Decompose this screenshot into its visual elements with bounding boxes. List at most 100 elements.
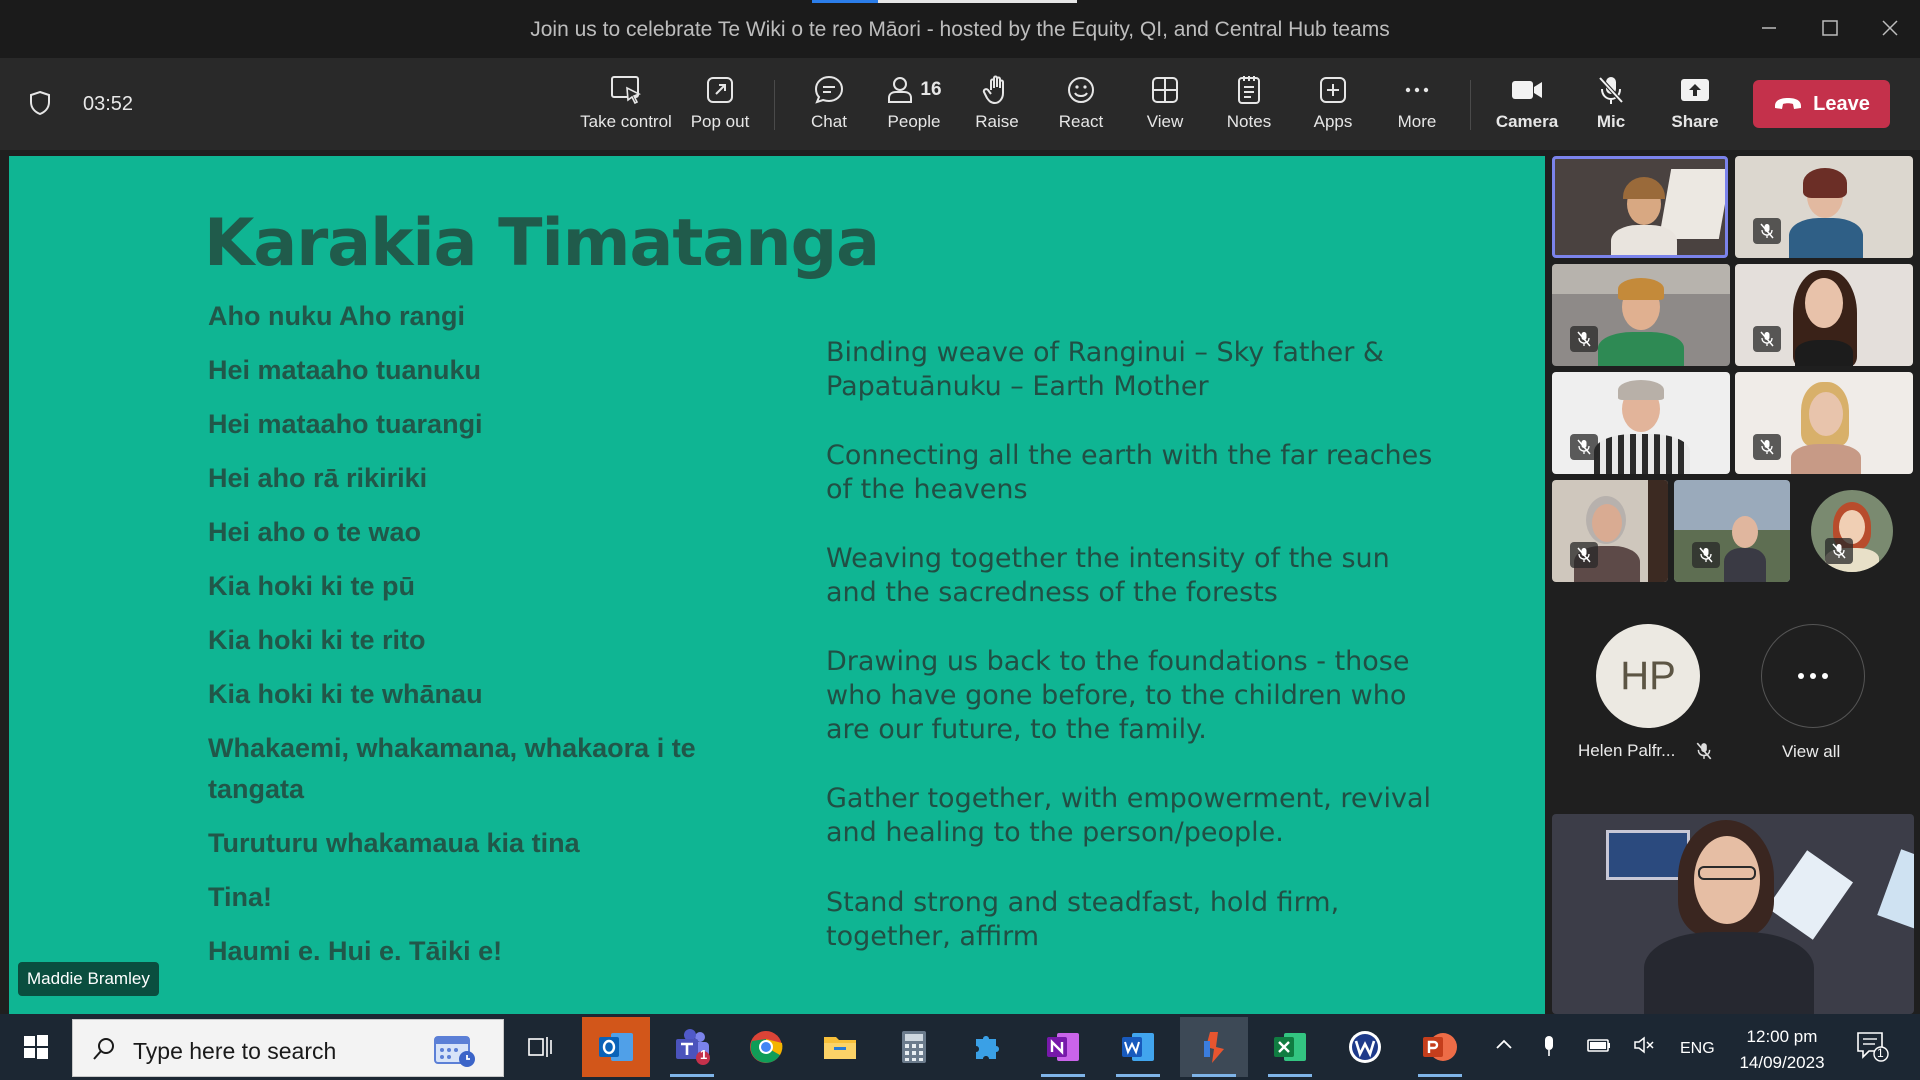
more-button[interactable]: More xyxy=(1372,72,1462,138)
share-label: Share xyxy=(1671,112,1719,131)
apps-label: Apps xyxy=(1313,112,1353,131)
task-view-icon xyxy=(528,1037,552,1057)
taskbar-app-puzzle[interactable] xyxy=(954,1017,1022,1077)
notification-center-button[interactable]: 1 xyxy=(1855,1030,1889,1062)
powerpoint-icon xyxy=(1423,1033,1457,1061)
maori-line: Turuturu whakamaua kia tina xyxy=(208,828,580,858)
title-bar: Join us to celebrate Te Wiki o te reo Mā… xyxy=(0,0,1920,58)
mic-off-icon xyxy=(1825,538,1853,564)
microphone-tray-icon[interactable] xyxy=(1540,1034,1558,1058)
more-icon xyxy=(1798,673,1828,679)
maximize-button[interactable] xyxy=(1808,12,1852,44)
taskbar-onenote[interactable] xyxy=(1029,1017,1097,1077)
taskbar-w-app[interactable] xyxy=(1331,1017,1399,1077)
volume-muted-icon xyxy=(1634,1036,1654,1054)
maori-line: Whakaemi, whakamana, whakaora i te tanga… xyxy=(208,733,696,804)
pop-out-label: Pop out xyxy=(690,112,750,131)
camera-button[interactable]: Camera xyxy=(1482,72,1572,138)
taskbar-excel[interactable] xyxy=(1256,1017,1324,1077)
english-line: Drawing us back to the foundations - tho… xyxy=(826,646,1410,745)
word-icon xyxy=(1122,1033,1154,1061)
view-all-button[interactable] xyxy=(1761,624,1865,728)
taskbar-powerpoint[interactable] xyxy=(1406,1017,1474,1077)
mic-muted-icon xyxy=(1595,72,1627,108)
input-language[interactable]: ENG xyxy=(1680,1040,1715,1058)
taskbar-teams[interactable]: 1 xyxy=(658,1017,726,1077)
outlook-icon xyxy=(599,1033,633,1061)
take-control-label: Take control xyxy=(580,112,672,131)
start-button[interactable] xyxy=(2,1017,70,1077)
volume-tray-icon[interactable] xyxy=(1632,1034,1656,1056)
participant-video-tile[interactable] xyxy=(1674,480,1790,582)
taskbar-chrome[interactable] xyxy=(732,1017,800,1077)
presenter-name-tag: Maddie Bramley xyxy=(18,962,159,996)
raise-label: Raise xyxy=(975,112,1019,131)
participant-name: Helen Palfr... xyxy=(1578,741,1676,760)
system-clock[interactable]: 12:00 pm 14/09/2023 xyxy=(1734,1024,1830,1076)
take-control-button[interactable]: Take control xyxy=(580,72,672,138)
taskbar-outlook[interactable] xyxy=(582,1017,650,1077)
raise-hand-button[interactable]: Raise xyxy=(952,72,1042,138)
battery-tray-icon[interactable] xyxy=(1586,1034,1612,1056)
participant-video-tile[interactable] xyxy=(1552,480,1668,582)
mic-off-icon xyxy=(1692,542,1720,568)
share-screen-icon xyxy=(1679,72,1711,108)
share-button[interactable]: Share xyxy=(1650,72,1740,138)
chat-button[interactable]: Chat xyxy=(784,72,874,138)
onenote-icon xyxy=(1047,1033,1079,1061)
taskbar-file-explorer[interactable] xyxy=(806,1017,874,1077)
participant-initials-avatar[interactable]: HP xyxy=(1596,624,1700,728)
pop-out-icon xyxy=(705,72,735,108)
participant-video-tile[interactable] xyxy=(1552,264,1730,366)
taskbar-calculator[interactable] xyxy=(880,1017,948,1077)
shield-icon[interactable] xyxy=(28,90,52,116)
view-all-label: View all xyxy=(1782,742,1841,761)
participant-video-tile[interactable] xyxy=(1552,372,1730,474)
apps-button[interactable]: Apps xyxy=(1288,72,1378,138)
meeting-toolbar: 03:52 Take control Pop out Chat 16 Peopl… xyxy=(0,58,1920,150)
notes-button[interactable]: Notes xyxy=(1204,72,1294,138)
participant-avatar-photo[interactable] xyxy=(1811,490,1893,572)
mic-button[interactable]: Mic xyxy=(1566,72,1656,138)
windows-logo-icon xyxy=(24,1035,48,1059)
task-view-button[interactable] xyxy=(506,1017,574,1077)
participant-video-tile[interactable] xyxy=(1735,372,1913,474)
participant-video-tile[interactable] xyxy=(1735,156,1913,258)
people-label: People xyxy=(887,112,941,131)
shared-content-stage: Karakia Timatanga Aho nuku Aho rangi Hei… xyxy=(0,150,1545,1014)
react-button[interactable]: React xyxy=(1036,72,1126,138)
english-line: Binding weave of Ranginui – Sky father &… xyxy=(826,337,1384,402)
avatar-initials: HP xyxy=(1620,653,1676,698)
search-placeholder: Type here to search xyxy=(133,1038,337,1064)
participant-video-tile[interactable] xyxy=(1552,156,1728,258)
camera-label: Camera xyxy=(1495,112,1559,131)
people-count: 16 xyxy=(920,79,942,100)
raise-hand-icon xyxy=(982,72,1012,108)
taskbar-app-active[interactable] xyxy=(1180,1017,1248,1077)
close-button[interactable] xyxy=(1868,12,1912,44)
taskbar-word[interactable] xyxy=(1104,1017,1172,1077)
minimize-button[interactable] xyxy=(1747,12,1791,44)
mic-off-icon xyxy=(1753,218,1781,244)
hang-up-icon xyxy=(1775,98,1802,109)
view-button[interactable]: View xyxy=(1120,72,1210,138)
loading-bar xyxy=(812,0,1077,3)
taskbar-search-box[interactable]: Type here to search xyxy=(72,1019,504,1077)
english-line: Weaving together the intensity of the su… xyxy=(826,543,1390,608)
show-hidden-icons-button[interactable] xyxy=(1494,1034,1514,1056)
w-app-icon xyxy=(1349,1031,1381,1063)
pop-out-button[interactable]: Pop out xyxy=(675,72,765,138)
people-button[interactable]: 16 People xyxy=(869,72,959,138)
shared-slide: Karakia Timatanga Aho nuku Aho rangi Hei… xyxy=(9,156,1545,1014)
puzzle-app-icon xyxy=(976,1036,999,1059)
teams-badge-count: 1 xyxy=(700,1047,708,1062)
leave-button[interactable]: Leave xyxy=(1753,80,1890,128)
maori-line: Hei aho o te wao xyxy=(208,517,422,547)
mic-off-icon xyxy=(1753,326,1781,352)
more-label: More xyxy=(1397,112,1437,131)
english-line: Gather together, with empowerment, reviv… xyxy=(826,783,1432,848)
participant-video-tile[interactable] xyxy=(1735,264,1913,366)
self-video-preview xyxy=(1552,814,1914,1014)
maori-line: Kia hoki ki te pū xyxy=(208,571,416,601)
people-icon xyxy=(888,77,913,103)
